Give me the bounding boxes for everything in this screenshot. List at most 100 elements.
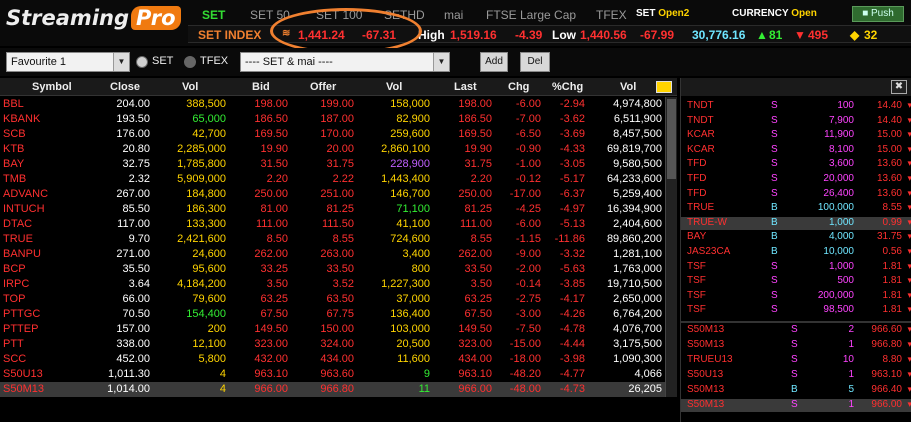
table-scrollbar[interactable] — [665, 97, 677, 397]
table-row[interactable]: TMB 2.32 5,909,000 2.20 2.22 1,443,400 2.20 -0.… — [0, 172, 665, 187]
ticker-volume: 1,000 — [828, 260, 854, 272]
row-chg: -6.50 — [515, 128, 541, 140]
ticker-symbol: S50M13 — [687, 384, 725, 395]
row-bid: 3.50 — [266, 278, 288, 290]
row-symbol: INTUCH — [3, 203, 45, 215]
ticker-down-icon: ▾ — [907, 275, 911, 286]
col-symbol[interactable]: Symbol — [32, 81, 72, 93]
tab-mai[interactable]: mai — [444, 8, 463, 22]
table-row[interactable]: DTAC 117.00 133,300 111.00 111.50 41,100 111.0… — [0, 217, 665, 232]
ticker-row: S50U13 S 1 963.10 ▾ — [681, 369, 911, 382]
row-pchg: -11.86 — [554, 233, 585, 245]
table-row[interactable]: SCB 176.00 42,700 169.50 170.00 259,600 169.50… — [0, 127, 665, 142]
col-close[interactable]: Close — [110, 81, 140, 93]
table-row[interactable]: S50U13 1,011.30 4 963.10 963.60 9 963.10 -48.20… — [0, 367, 665, 382]
row-vol2: 41,100 — [396, 218, 430, 230]
col-last[interactable]: Last — [454, 81, 477, 93]
row-vol2: 228,900 — [390, 158, 430, 170]
add-button[interactable]: Add — [480, 52, 508, 72]
unchanged-count: 32 — [864, 28, 878, 42]
wrench-icon[interactable]: ✖ — [891, 80, 907, 94]
table-row[interactable]: PTT 338.00 12,100 323.00 324.00 20,500 323.00 -… — [0, 337, 665, 352]
row-pchg: -6.37 — [559, 188, 585, 200]
row-offer: 434.00 — [320, 353, 354, 365]
row-vol3: 8,457,500 — [613, 128, 662, 140]
col-offer[interactable]: Offer — [310, 81, 336, 93]
ticker-price: 966.80 — [871, 339, 902, 350]
currency-status: CURRENCY Open — [732, 8, 817, 19]
table-row[interactable]: PTTGC 70.50 154,400 67.50 67.75 136,400 67.50 -… — [0, 307, 665, 322]
ticker-volume: 5 — [848, 384, 854, 395]
row-bid: 63.25 — [260, 293, 288, 305]
radio-tfex[interactable] — [184, 56, 196, 68]
row-close: 157.00 — [116, 323, 150, 335]
high-value: 1,519.16 — [450, 28, 497, 42]
row-vol1: 5,909,000 — [177, 173, 226, 185]
row-bid: 250.00 — [254, 188, 288, 200]
market-select[interactable]: ---- SET & mai ---- ▼ — [240, 52, 450, 72]
ticker-row: BAY B 4,000 31.75 ▾ — [681, 231, 911, 244]
table-row[interactable]: PTTEP 157.00 200 149.50 150.00 103,000 149.50 -… — [0, 322, 665, 337]
ticker-symbol: S50M13 — [687, 399, 725, 410]
ticker-side: S — [771, 100, 778, 111]
row-symbol: S50M13 — [3, 383, 44, 395]
table-row[interactable]: IRPC 3.64 4,184,200 3.50 3.52 1,227,300 3.50 -0… — [0, 277, 665, 292]
row-vol1: 12,100 — [192, 338, 226, 350]
row-pchg: -5.13 — [559, 218, 585, 230]
table-row[interactable]: KBANK 193.50 65,000 186.50 187.00 82,900 186.5… — [0, 112, 665, 127]
col-pchg[interactable]: %Chg — [552, 81, 583, 93]
row-vol3: 4,066 — [634, 368, 662, 380]
del-button[interactable]: Del — [520, 52, 550, 72]
ticker-symbol: TSF — [687, 275, 706, 287]
col-chg[interactable]: Chg — [508, 81, 529, 93]
row-last: 434.00 — [458, 353, 492, 365]
tab-ftse-large-cap[interactable]: FTSE Large Cap — [486, 8, 576, 22]
row-bid: 149.50 — [254, 323, 288, 335]
ticker-symbol: JAS23CA — [687, 246, 731, 257]
table-row[interactable]: BCP 35.50 95,600 33.25 33.50 800 33.50 -2.00 -5.… — [0, 262, 665, 277]
row-vol2: 2,860,100 — [381, 143, 430, 155]
scrollbar-thumb[interactable] — [667, 99, 676, 179]
table-row[interactable]: TRUE 9.70 2,421,600 8.50 8.55 724,600 8.55 -1.1… — [0, 232, 665, 247]
row-last: 198.00 — [458, 98, 492, 110]
table-row[interactable]: BBL 204.00 388,500 198.00 199.00 158,000 198.0… — [0, 97, 665, 112]
table-row[interactable]: KTB 20.80 2,285,000 19.90 20.00 2,860,100 19.9… — [0, 142, 665, 157]
tab-set[interactable]: SET — [202, 8, 225, 22]
col-bid[interactable]: Bid — [252, 81, 270, 93]
table-row[interactable]: ADVANC 267.00 184,800 250.00 251.00 146,700 25… — [0, 187, 665, 202]
table-row[interactable]: TOP 66.00 79,600 63.25 63.50 37,000 63.25 -2.75… — [0, 292, 665, 307]
row-vol2: 9 — [423, 368, 430, 380]
row-vol3: 1,763,000 — [613, 263, 662, 275]
row-vol2: 71,100 — [396, 203, 430, 215]
table-row[interactable]: BAY 32.75 1,785,800 31.50 31.75 228,900 31.75 -… — [0, 157, 665, 172]
table-row[interactable]: INTUCH 85.50 186,300 81.00 81.25 71,100 81.25 -… — [0, 202, 665, 217]
row-last: 3.50 — [470, 278, 492, 290]
row-last: 33.50 — [464, 263, 492, 275]
push-button[interactable]: ■ Push — [852, 6, 904, 22]
row-symbol: KBANK — [3, 113, 41, 125]
radio-set[interactable] — [136, 56, 148, 68]
ticker-side: B — [771, 216, 778, 228]
col-vol[interactable]: Vol — [182, 81, 198, 93]
ticker-volume: 2 — [848, 324, 854, 335]
row-vol3: 9,580,500 — [613, 158, 662, 170]
row-pchg: -4.17 — [559, 293, 585, 305]
row-vol3: 2,650,000 — [613, 293, 662, 305]
row-close: 271.00 — [116, 248, 150, 260]
column-settings-icon[interactable] — [656, 81, 672, 93]
favourite-select[interactable]: Favourite 1 ▼ — [6, 52, 130, 72]
down-count: 495 — [808, 28, 829, 42]
table-row[interactable]: BANPU 271.00 24,600 262.00 263.00 3,400 262.00… — [0, 247, 665, 262]
table-row[interactable]: SCC 452.00 5,800 432.00 434.00 11,600 434.00 -1… — [0, 352, 665, 367]
table-row[interactable]: S50M13 1,014.00 4 966.00 966.80 11 966.00 -48.0… — [0, 382, 665, 397]
ticker-volume: 100 — [837, 100, 854, 111]
radio-tfex-label: TFEX — [200, 55, 229, 67]
row-vol2: 1,227,300 — [381, 278, 430, 290]
ticker-side: S — [771, 173, 778, 184]
radio-set-label: SET — [152, 55, 174, 67]
col-vol2[interactable]: Vol — [386, 81, 402, 93]
tab-tfex[interactable]: TFEX — [596, 8, 627, 22]
col-vol3[interactable]: Vol — [620, 81, 636, 93]
ticker-side: S — [771, 275, 778, 287]
row-offer: 8.55 — [332, 233, 354, 245]
